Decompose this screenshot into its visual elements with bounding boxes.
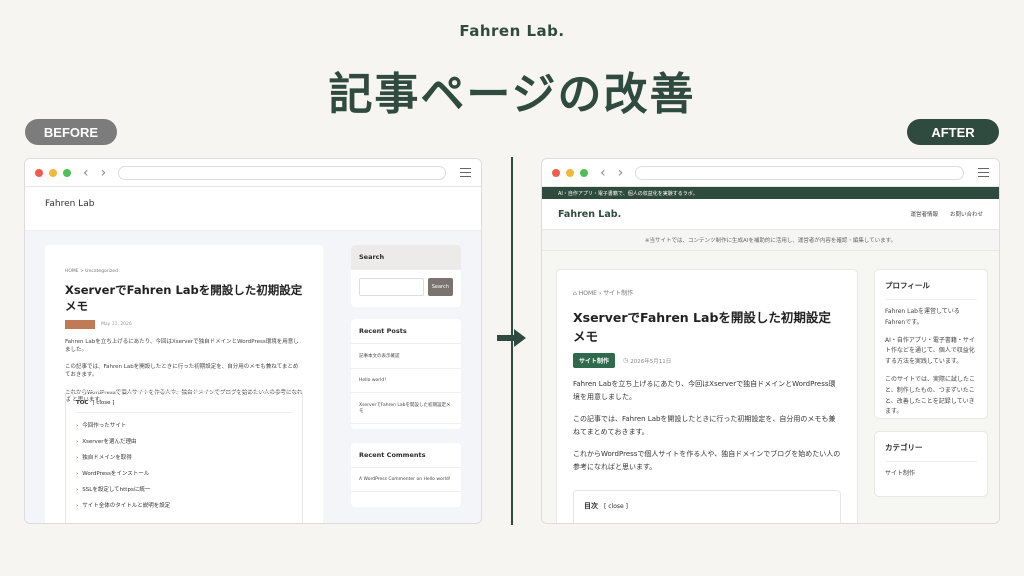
hamburger-menu-icon[interactable] — [460, 168, 471, 177]
search-form: Search — [351, 270, 461, 304]
back-icon[interactable]: ‹ — [600, 166, 606, 180]
toc-item[interactable]: SSLを設定してhttpsに統一 — [76, 485, 292, 493]
site-logo[interactable]: Fahren Lab. — [558, 209, 621, 220]
recent-post-link[interactable]: 記事本文の表示確認 — [351, 344, 461, 369]
search-input[interactable] — [359, 278, 424, 296]
article-meta: サイト制作 ◷ 2026年5月11日 — [573, 353, 841, 368]
breadcrumb: ⌂ HOME › サイト制作 — [573, 288, 841, 297]
browser-toolbar: ‹ › — [25, 159, 481, 187]
article-meta: May 11, 2026 — [65, 320, 303, 329]
recent-comments-title: Recent Comments — [351, 443, 461, 468]
article-paragraph: これからWordPressで個人サイトを作る人や、独自ドメインでブログを始めたい… — [573, 450, 841, 471]
browser-toolbar: ‹ › — [542, 159, 999, 187]
toc-item[interactable]: Xserverを選んだ理由 — [76, 437, 292, 445]
before-label: BEFORE — [25, 119, 117, 145]
site-header: Fahren Lab. 運営者情報 お問い合わせ — [542, 199, 999, 229]
before-browser-window: ‹ › Fahren Lab HOME > Uncategorized Xser… — [24, 158, 482, 524]
article-card: ⌂ HOME › サイト制作 XserverでFahren Labを開設した初期… — [556, 269, 858, 523]
toc-header: 目次 [ close ] — [584, 501, 830, 511]
category-badge[interactable] — [65, 320, 95, 329]
article-paragraph: Fahren Labを立ち上げるにあたり、今回はXserverで独自ドメインとW… — [65, 339, 299, 353]
page-content: ⌂ HOME › サイト制作 XserverでFahren Labを開設した初期… — [542, 251, 999, 523]
back-icon[interactable]: ‹ — [83, 166, 89, 180]
toc-item[interactable]: サイト全体のタイトルと説明を設定 — [76, 501, 292, 509]
search-widget: Search Search — [351, 245, 461, 307]
after-label: AFTER — [907, 119, 999, 145]
article-paragraph: この記事では、Fahren Labを開設したときに行った初期設定を、自分用のメモ… — [573, 415, 836, 436]
article-title: XserverでFahren Labを開設した初期設定メモ — [573, 310, 831, 344]
article-paragraph: この記事では、Fahren Labを開設したときに行った初期設定を、自分用のメモ… — [65, 364, 299, 379]
post-date: May 11, 2026 — [101, 322, 132, 327]
maximize-window-icon[interactable] — [63, 168, 71, 177]
toc-title: TOC — [76, 400, 89, 406]
toc-title: 目次 — [584, 501, 598, 510]
recent-comments-widget: Recent Comments A WordPress Commenter on… — [351, 443, 461, 507]
profile-title: プロフィール — [885, 280, 977, 300]
brand-logo: Fahren Lab. — [459, 22, 565, 40]
minimize-window-icon[interactable] — [566, 168, 574, 177]
toc-header: TOC[ close ] — [76, 400, 292, 413]
nav-contact[interactable]: お問い合わせ — [950, 210, 983, 218]
maximize-window-icon[interactable] — [580, 168, 588, 177]
close-window-icon[interactable] — [552, 168, 560, 177]
forward-icon[interactable]: › — [101, 166, 107, 180]
nav-about[interactable]: 運営者情報 — [910, 210, 938, 218]
address-bar[interactable] — [118, 165, 446, 180]
search-widget-title: Search — [351, 245, 461, 270]
article-card: HOME > Uncategorized XserverでFahren Labを… — [45, 245, 323, 523]
breadcrumb[interactable]: HOME > Uncategorized — [65, 269, 303, 274]
category-link[interactable]: サイト制作 — [885, 469, 977, 480]
page-headline: 記事ページの改善 — [328, 69, 696, 120]
recent-posts-title: Recent Posts — [351, 319, 461, 344]
breadcrumb-path[interactable]: HOME › サイト制作 — [579, 290, 633, 297]
profile-text: このサイトでは、実際に試したこと、制作したもの、つまずいたこと、改善したことを記… — [885, 375, 976, 416]
toc-item[interactable]: 今回作ったサイト — [76, 421, 292, 429]
table-of-contents: TOC[ close ] 今回作ったサイト Xserverを選んだ理由 独自ドメ… — [65, 391, 303, 523]
post-date: 2026年5月11日 — [630, 358, 672, 365]
hamburger-menu-icon[interactable] — [978, 168, 989, 177]
recent-post-link[interactable]: XserverでFahren Labを開設した初期設定メモ — [351, 393, 461, 424]
header-nav: 運営者情報 お問い合わせ — [910, 210, 983, 218]
close-window-icon[interactable] — [35, 168, 43, 177]
search-button[interactable]: Search — [427, 278, 453, 296]
article-paragraph: Fahren Labを立ち上げるにあたり、今回はXserverで独自ドメインとW… — [573, 380, 836, 401]
category-widget: カテゴリー サイト制作 — [874, 431, 988, 497]
article-title: XserverでFahren Labを開設した初期設定メモ — [65, 283, 303, 313]
site-title[interactable]: Fahren Lab — [45, 199, 94, 209]
profile-widget: プロフィール Fahren Labを運営しているFahrenです。 AI・自作ア… — [874, 269, 988, 419]
minimize-window-icon[interactable] — [49, 168, 57, 177]
after-browser-window: ‹ › AI・自作アプリ・電子書籍で、個人の収益化を実験するラボ。 Fahren… — [541, 158, 1000, 524]
forward-icon[interactable]: › — [618, 166, 624, 180]
recent-posts-widget: Recent Posts 記事本文の表示確認 Hello world! Xser… — [351, 319, 461, 429]
profile-text: AI・自作アプリ・電子書籍・サイト作などを通じて、個人で収益化する方法を実践して… — [885, 336, 975, 366]
toc-toggle[interactable]: [ close ] — [92, 400, 114, 406]
recent-post-link[interactable]: Hello world! — [351, 369, 461, 393]
toc-item[interactable]: WordPressをインストール — [76, 469, 292, 477]
toc-toggle[interactable]: [ close ] — [604, 503, 628, 510]
category-badge[interactable]: サイト制作 — [573, 353, 616, 368]
recent-comment-link[interactable]: A WordPress Commenter on Hello world! — [351, 468, 461, 492]
profile-text: Fahren Labを運営しているFahrenです。 — [885, 308, 960, 326]
arrow-right-icon — [497, 329, 526, 347]
page-content: HOME > Uncategorized XserverでFahren Labを… — [25, 231, 481, 523]
address-bar[interactable] — [635, 165, 964, 180]
site-tagline: AI・自作アプリ・電子書籍で、個人の収益化を実験するラボ。 — [542, 187, 999, 199]
category-title: カテゴリー — [885, 442, 977, 462]
ai-notice-bar: ※当サイトでは、コンテンツ制作に生成AIを補助的に活用し、運営者が内容を確認・編… — [542, 229, 999, 251]
site-header: Fahren Lab — [25, 187, 481, 231]
table-of-contents: 目次 [ close ] — [573, 489, 841, 523]
clock-icon: ◷ — [623, 357, 629, 364]
toc-item[interactable]: 独自ドメインを取得 — [76, 453, 292, 461]
